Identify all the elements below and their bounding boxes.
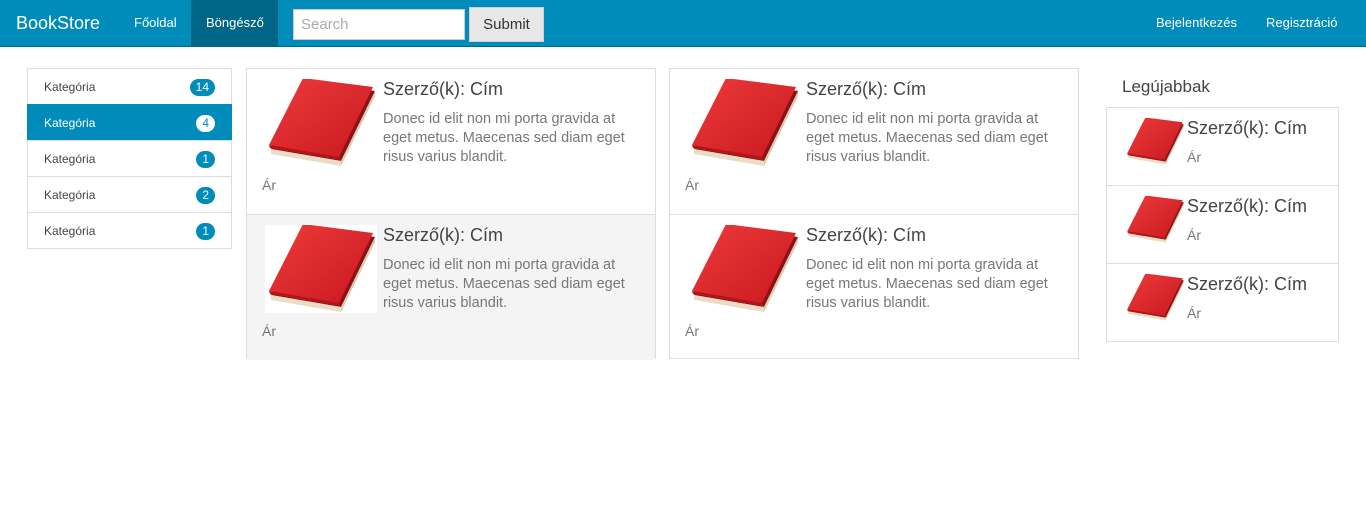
category-label: Kategória [44, 188, 96, 202]
category-label: Kategória [44, 116, 96, 130]
book-price: Ár [685, 323, 699, 339]
book-price: Ár [685, 177, 699, 193]
book-price: Ár [262, 177, 276, 193]
newest-item-title[interactable]: Szerző(k): Cím [1187, 274, 1307, 295]
newest-item-title[interactable]: Szerző(k): Cím [1187, 118, 1307, 139]
nav-link-home[interactable]: Főoldal [119, 0, 192, 46]
category-item[interactable]: Kategória 1 [27, 140, 232, 177]
newest-item-price: Ár [1187, 227, 1201, 243]
category-list: Kategória 14 Kategória 4 Kategória 1 Kat… [27, 68, 232, 249]
book-title[interactable]: Szerző(k): Cím [383, 225, 503, 246]
category-label: Kategória [44, 152, 96, 166]
nav-link-login[interactable]: Bejelentkezés [1141, 0, 1252, 46]
red-book-image[interactable] [688, 79, 800, 167]
search-input[interactable] [293, 9, 465, 40]
category-label: Kategória [44, 224, 96, 238]
book-card[interactable]: Szerző(k): Cím Donec id elit non mi port… [670, 215, 1078, 360]
red-book-image[interactable] [265, 225, 377, 313]
red-book-image[interactable] [688, 225, 800, 313]
newest-list: Szerző(k): Cím Ár Szerző(k): Cím Ár Szer… [1106, 107, 1339, 342]
red-book-image[interactable] [1125, 117, 1185, 166]
category-item[interactable]: Kategória 1 [27, 212, 232, 249]
red-book-image[interactable] [1125, 273, 1185, 322]
newest-item[interactable]: Szerző(k): Cím Ár [1106, 263, 1339, 342]
newest-item-title[interactable]: Szerző(k): Cím [1187, 196, 1307, 217]
category-count-badge: 2 [196, 187, 215, 204]
newest-item[interactable]: Szerző(k): Cím Ár [1106, 107, 1339, 186]
book-card-hovered[interactable]: Szerző(k): Cím Donec id elit non mi port… [247, 215, 655, 360]
book-price: Ár [262, 323, 276, 339]
book-description: Donec id elit non mi porta gravida at eg… [383, 111, 625, 165]
nav-link-browse[interactable]: Böngésző [191, 0, 278, 46]
newest-item-price: Ár [1187, 305, 1201, 321]
submit-button[interactable]: Submit [469, 7, 544, 42]
book-column-left: Szerző(k): Cím Donec id elit non mi port… [246, 68, 656, 360]
red-book-image[interactable] [265, 79, 377, 167]
nav-link-register[interactable]: Regisztráció [1251, 0, 1353, 46]
category-count-badge: 1 [196, 223, 215, 240]
newest-item[interactable]: Szerző(k): Cím Ár [1106, 185, 1339, 264]
category-count-badge: 1 [196, 151, 215, 168]
category-item[interactable]: Kategória 2 [27, 176, 232, 213]
top-navbar: BookStore Főoldal Böngésző Submit Bejele… [0, 0, 1366, 47]
book-description: Donec id elit non mi porta gravida at eg… [806, 257, 1048, 311]
book-card[interactable]: Szerző(k): Cím Donec id elit non mi port… [247, 69, 655, 215]
brand-logo[interactable]: BookStore [16, 0, 100, 46]
book-title[interactable]: Szerző(k): Cím [806, 225, 926, 246]
category-item-active[interactable]: Kategória 4 [27, 104, 232, 141]
category-label: Kategória [44, 80, 96, 94]
book-description: Donec id elit non mi porta gravida at eg… [806, 111, 1048, 165]
category-count-badge: 14 [189, 79, 215, 96]
book-title[interactable]: Szerző(k): Cím [383, 79, 503, 100]
red-book-image[interactable] [1125, 195, 1185, 244]
newest-item-price: Ár [1187, 149, 1201, 165]
category-item[interactable]: Kategória 14 [27, 68, 232, 105]
book-title[interactable]: Szerző(k): Cím [806, 79, 926, 100]
book-card[interactable]: Szerző(k): Cím Donec id elit non mi port… [670, 69, 1078, 215]
newest-heading: Legújabbak [1122, 77, 1210, 96]
book-description: Donec id elit non mi porta gravida at eg… [383, 257, 625, 311]
category-count-badge: 4 [196, 115, 215, 132]
book-column-right: Szerző(k): Cím Donec id elit non mi port… [669, 68, 1079, 359]
